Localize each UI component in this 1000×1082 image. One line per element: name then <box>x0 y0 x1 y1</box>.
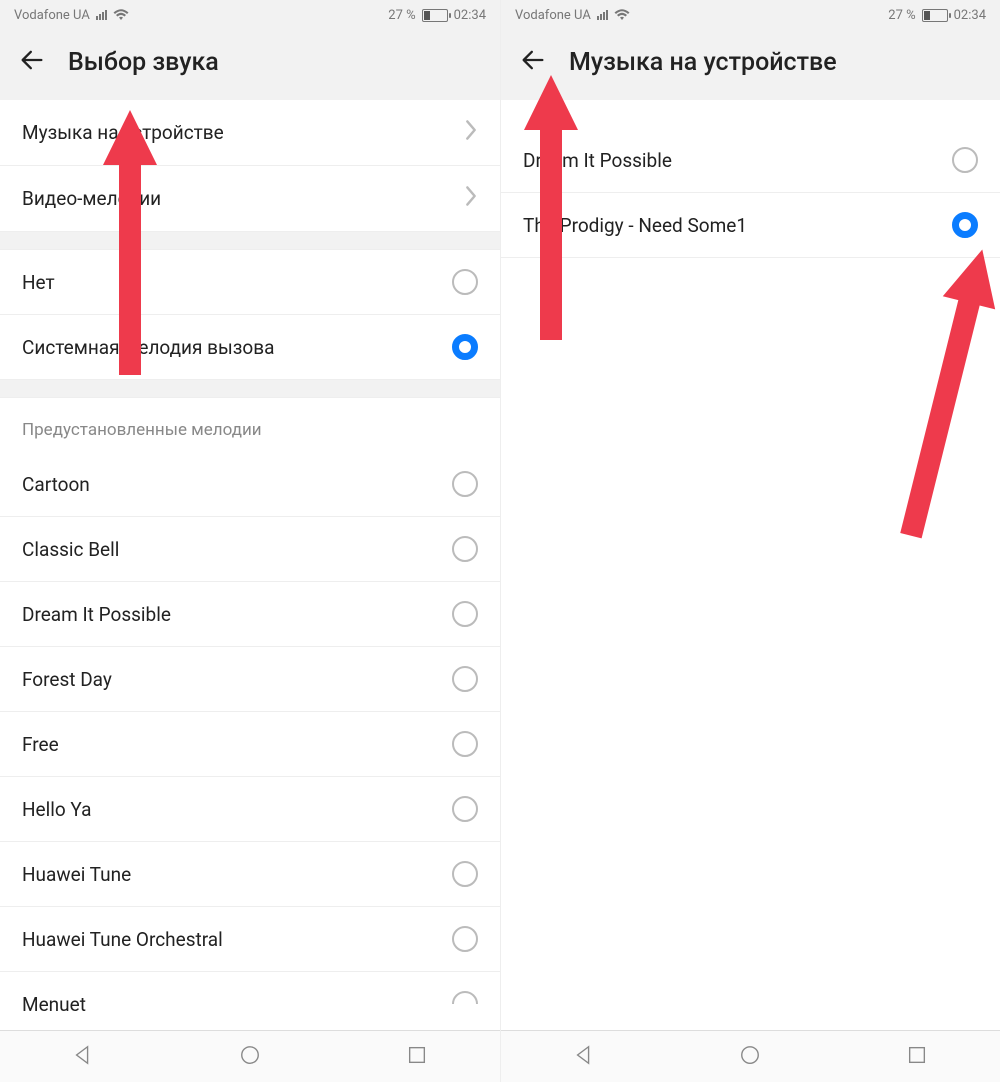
row-label: Forest Day <box>22 668 112 691</box>
row-label: Free <box>22 733 59 756</box>
page-title: Музыка на устройстве <box>569 48 837 77</box>
preset-dream-it-possible[interactable]: Dream It Possible <box>0 582 500 647</box>
radio-icon <box>452 796 478 822</box>
row-label: Hello Ya <box>22 798 92 821</box>
radio-icon <box>452 991 478 1017</box>
phone-left: Vodafone UA 27 % 02:34 Выбор звука Музык… <box>0 0 500 1082</box>
row-label: Classic Bell <box>22 538 119 561</box>
wifi-icon <box>113 9 129 21</box>
wifi-icon <box>614 9 630 21</box>
row-label: Системная мелодия вызова <box>22 336 274 359</box>
back-button[interactable] <box>519 46 547 78</box>
radio-icon <box>452 731 478 757</box>
row-label: Huawei Tune Orchestral <box>22 928 223 951</box>
clock: 02:34 <box>954 8 986 23</box>
battery-pct: 27 % <box>388 8 415 23</box>
header: Музыка на устройстве <box>501 30 1000 100</box>
carrier-label: Vodafone UA <box>14 8 90 23</box>
content: Dream It Possible The Prodigy - Need Som… <box>501 100 1000 1030</box>
radio-icon <box>452 471 478 497</box>
radio-icon <box>452 536 478 562</box>
battery-pct: 27 % <box>888 8 915 23</box>
page-title: Выбор звука <box>68 48 219 77</box>
section-header-presets: Предустановленные мелодии <box>0 398 500 452</box>
system-navbar <box>0 1030 500 1082</box>
radio-icon <box>952 147 978 173</box>
row-label: Dream It Possible <box>22 603 171 626</box>
radio-icon <box>452 861 478 887</box>
phone-right: Vodafone UA 27 % 02:34 Музыка на устройс… <box>500 0 1000 1082</box>
preset-forest-day[interactable]: Forest Day <box>0 647 500 712</box>
preset-classic-bell[interactable]: Classic Bell <box>0 517 500 582</box>
section-spacer <box>0 380 500 398</box>
nav-recent-icon[interactable] <box>406 1044 428 1070</box>
nav-recent-icon[interactable] <box>906 1044 928 1070</box>
preset-huawei-tune-orchestral[interactable]: Huawei Tune Orchestral <box>0 907 500 972</box>
row-label: Dream It Possible <box>523 149 672 172</box>
radio-icon <box>452 269 478 295</box>
row-label: Cartoon <box>22 473 90 496</box>
row-label: Huawei Tune <box>22 863 131 886</box>
carrier-label: Vodafone UA <box>515 8 591 23</box>
nav-item-video-ringtones[interactable]: Видео-мелодии <box>0 166 500 232</box>
chevron-right-icon <box>464 185 478 212</box>
battery-icon <box>922 9 948 22</box>
status-bar: Vodafone UA 27 % 02:34 <box>0 0 500 30</box>
row-label: Музыка на устройстве <box>22 121 224 144</box>
radio-selected-icon <box>952 212 978 238</box>
preset-huawei-tune[interactable]: Huawei Tune <box>0 842 500 907</box>
nav-home-icon[interactable] <box>239 1044 261 1070</box>
radio-icon <box>452 666 478 692</box>
content: Музыка на устройстве Видео-мелодии Нет С… <box>0 100 500 1030</box>
header: Выбор звука <box>0 30 500 100</box>
system-navbar <box>501 1030 1000 1082</box>
preset-cartoon[interactable]: Cartoon <box>0 452 500 517</box>
radio-icon <box>452 601 478 627</box>
clock: 02:34 <box>454 8 486 23</box>
nav-back-icon[interactable] <box>573 1044 595 1070</box>
option-none[interactable]: Нет <box>0 250 500 315</box>
row-label: Menuet <box>22 993 86 1016</box>
preset-free[interactable]: Free <box>0 712 500 777</box>
status-bar: Vodafone UA 27 % 02:34 <box>501 0 1000 30</box>
track-dream-it-possible[interactable]: Dream It Possible <box>501 128 1000 193</box>
signal-icon <box>96 10 107 20</box>
section-spacer <box>0 232 500 250</box>
nav-home-icon[interactable] <box>739 1044 761 1070</box>
preset-hello-ya[interactable]: Hello Ya <box>0 777 500 842</box>
signal-icon <box>597 10 608 20</box>
row-label: Видео-мелодии <box>22 187 161 210</box>
nav-item-music-on-device[interactable]: Музыка на устройстве <box>0 100 500 166</box>
radio-icon <box>452 926 478 952</box>
track-prodigy-need-some1[interactable]: The Prodigy - Need Some1 <box>501 193 1000 258</box>
battery-icon <box>422 9 448 22</box>
option-system-ringtone[interactable]: Системная мелодия вызова <box>0 315 500 380</box>
nav-back-icon[interactable] <box>72 1044 94 1070</box>
row-label: Нет <box>22 271 55 294</box>
back-button[interactable] <box>18 46 46 78</box>
chevron-right-icon <box>464 119 478 146</box>
row-label: The Prodigy - Need Some1 <box>523 214 747 237</box>
radio-selected-icon <box>452 334 478 360</box>
preset-menuet[interactable]: Menuet <box>0 972 500 1030</box>
